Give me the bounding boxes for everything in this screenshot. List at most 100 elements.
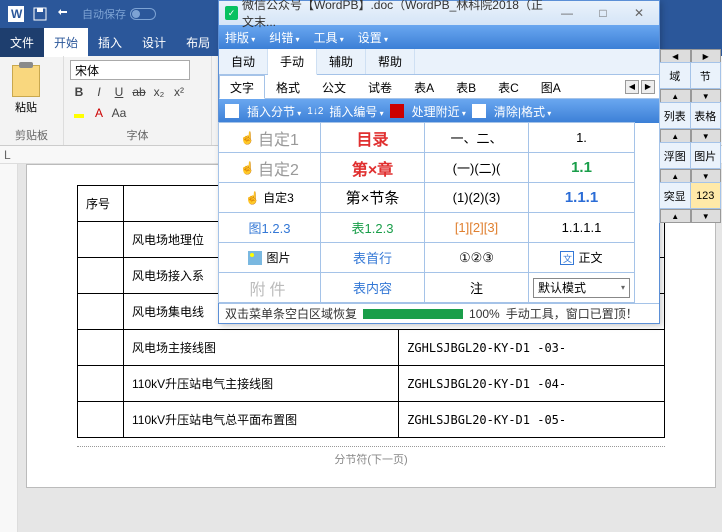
btn-insert-number[interactable]: 插入编号	[329, 103, 383, 120]
tab-scroll-left[interactable]: ◀	[625, 80, 639, 94]
btn-list[interactable]: 列表	[659, 102, 691, 129]
italic-button[interactable]: I	[90, 83, 108, 101]
cell-fig-num[interactable]: 图1.2.3	[218, 212, 321, 243]
menu-tools[interactable]: 工具	[314, 29, 344, 46]
cell-section[interactable]: 第×节条	[320, 182, 425, 213]
btn-field[interactable]: 域	[659, 62, 691, 89]
tab-table-c[interactable]: 表C	[487, 75, 530, 98]
cell-num-1-1-1[interactable]: 1.1.1	[528, 182, 635, 213]
font-color-button[interactable]: A	[90, 104, 108, 122]
mode-combo[interactable]: 默认模式	[533, 278, 630, 298]
cell-tbl-num[interactable]: 表1.2.3	[320, 212, 425, 243]
menu-typeset[interactable]: 排版	[225, 29, 255, 46]
cell-attachment[interactable]: 附件	[218, 272, 321, 303]
process-icon	[390, 104, 404, 118]
close-button[interactable]: ✕	[625, 6, 653, 20]
menu-home[interactable]: 开始	[44, 28, 88, 57]
panel-toolbar: 插入分节 1↓2 插入编号 处理附近 清除|格式	[219, 99, 659, 123]
cell-chapter[interactable]: 第×章	[320, 152, 425, 183]
underline-button[interactable]: U	[110, 83, 128, 101]
bold-button[interactable]: B	[70, 83, 88, 101]
tab-gongwen[interactable]: 公文	[311, 75, 357, 98]
scroll-left-icon[interactable]: ◀	[660, 49, 691, 63]
cell-note[interactable]: 注	[424, 272, 529, 303]
section-icon	[225, 104, 239, 118]
cell-tbl-content[interactable]: 表内容	[320, 272, 425, 303]
char-case-button[interactable]: Aa	[110, 104, 128, 122]
btn-clear-format[interactable]: 清除|格式	[494, 103, 551, 120]
tab-table-a[interactable]: 表A	[403, 75, 445, 98]
font-selector[interactable]: 宋体	[70, 60, 190, 80]
cell-num-4level[interactable]: 1.1.1.1	[528, 212, 635, 243]
menu-design[interactable]: 设计	[132, 28, 176, 57]
menu-correct[interactable]: 纠错	[269, 29, 299, 46]
tab-assist[interactable]: 辅助	[317, 49, 366, 74]
autosave-toggle[interactable]	[130, 8, 156, 20]
highlight-button[interactable]	[70, 104, 88, 122]
tab-manual[interactable]: 手动	[268, 49, 317, 75]
tab-text[interactable]: 文字	[219, 75, 265, 99]
menu-file[interactable]: 文件	[0, 28, 44, 57]
subscript-button[interactable]: x₂	[150, 83, 168, 101]
tab-pic-a[interactable]: 图A	[530, 75, 572, 98]
panel-titlebar[interactable]: ✓ 微信公众号【WordPB】.doc（WordPB_林科院2018（正文末..…	[219, 1, 659, 25]
cell-num-1dot[interactable]: 1.	[528, 122, 635, 153]
btn-float[interactable]: 浮图	[659, 142, 691, 169]
minimize-button[interactable]: —	[553, 6, 581, 20]
cell-custom1[interactable]: ☝自定1	[218, 122, 321, 153]
tab-scroll-right[interactable]: ▶	[641, 80, 655, 94]
hand-icon: ☝	[245, 191, 259, 205]
btn-process-near[interactable]: 处理附近	[412, 103, 466, 120]
tab-format[interactable]: 格式	[265, 75, 311, 98]
strike-button[interactable]: ab	[130, 83, 148, 101]
menu-settings[interactable]: 设置	[358, 29, 388, 46]
cell-picture[interactable]: 图片	[218, 242, 321, 273]
panel-statusbar: 双击菜单条空白区域恢复 100% 手动工具，窗口已置顶！	[219, 303, 659, 323]
tab-table-b[interactable]: 表B	[445, 75, 487, 98]
tab-help[interactable]: 帮助	[366, 49, 415, 74]
cell-tbl-header[interactable]: 表首行	[320, 242, 425, 273]
btn-insert-section[interactable]: 插入分节	[247, 103, 301, 120]
menu-insert[interactable]: 插入	[88, 28, 132, 57]
btn-section[interactable]: 节	[690, 62, 722, 89]
th-seq: 序号	[78, 186, 124, 222]
group-font-label: 字体	[64, 127, 211, 143]
btn-highlight[interactable]: 突显	[659, 182, 691, 209]
cell: ZGHLSJBGL20-KY-D1 -03-	[399, 330, 665, 366]
scroll-up-icon[interactable]: ▲	[660, 89, 691, 103]
tab-auto[interactable]: 自动	[219, 49, 268, 74]
cell-num-bracket[interactable]: [1][2][3]	[424, 212, 529, 243]
cell-num-1-1[interactable]: 1.1	[528, 152, 635, 183]
cell-num-paren-cn[interactable]: (一)(二)(	[424, 152, 529, 183]
cell-num-circle[interactable]: ①②③	[424, 242, 529, 273]
undo-icon[interactable]	[55, 5, 73, 23]
scroll-right-icon[interactable]: ▶	[691, 49, 722, 63]
save-icon[interactable]	[31, 5, 49, 23]
cell-num-cn[interactable]: 一、二、	[424, 122, 529, 153]
superscript-button[interactable]: x²	[170, 83, 188, 101]
menu-layout[interactable]: 布局	[176, 28, 220, 57]
cell-custom2[interactable]: ☝自定2	[218, 152, 321, 183]
maximize-button[interactable]: □	[589, 6, 617, 20]
vertical-ruler	[0, 164, 18, 532]
wechat-icon: ✓	[225, 6, 238, 20]
btn-image[interactable]: 图片	[690, 142, 722, 169]
scroll-down-icon[interactable]: ▼	[691, 89, 722, 103]
right-toolbar: ◀▶ 域节 ▲▼ 列表表格 ▲▼ 浮图图片 ▲▼ 突显123 ▲▼	[659, 49, 721, 223]
progress-bar	[363, 309, 463, 319]
tab-exam[interactable]: 试卷	[357, 75, 403, 98]
btn-table[interactable]: 表格	[690, 102, 722, 129]
btn-123[interactable]: 123	[690, 182, 722, 209]
cell-toc[interactable]: 目录	[320, 122, 425, 153]
cell: 110kV升压站电气主接线图	[124, 366, 399, 402]
section-break: 分节符(下一页)	[77, 446, 665, 467]
text-icon: 文	[560, 251, 574, 265]
cell-body[interactable]: 文正文	[528, 242, 635, 273]
cell-default-mode[interactable]: 默认模式	[528, 272, 635, 303]
word-icon: W	[7, 5, 25, 23]
svg-text:W: W	[11, 7, 23, 21]
cell-custom3[interactable]: ☝自定3	[218, 182, 321, 213]
paste-button[interactable]: 粘贴	[6, 60, 46, 120]
cell-num-paren[interactable]: (1)(2)(3)	[424, 182, 529, 213]
hand-icon: ☝	[240, 131, 254, 145]
